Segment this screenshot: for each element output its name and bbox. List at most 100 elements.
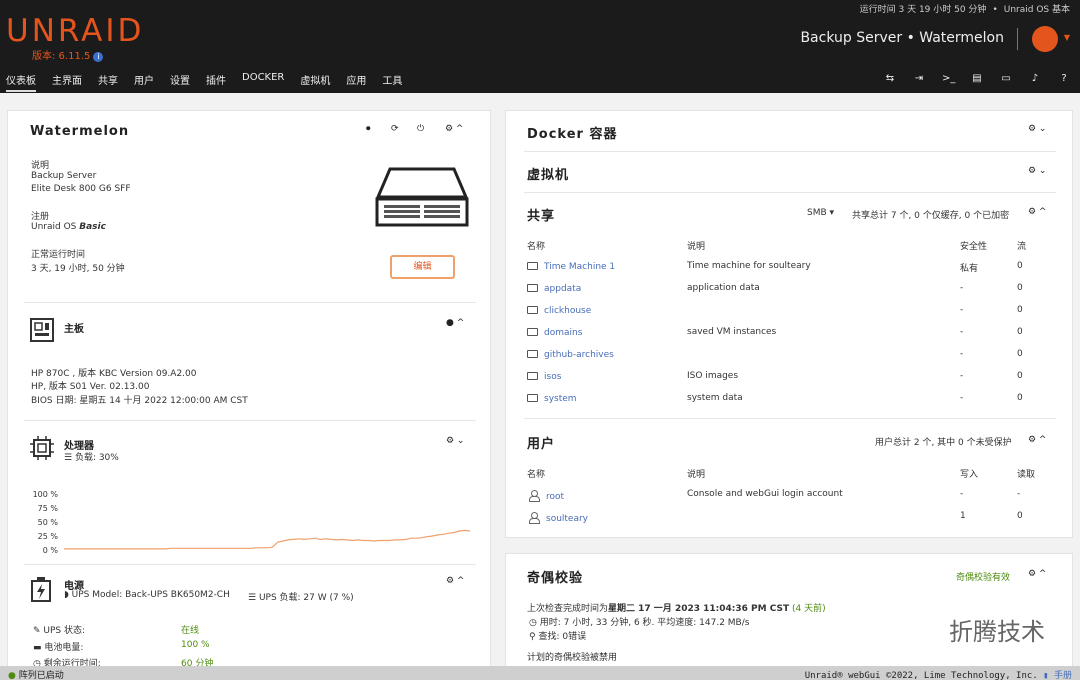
header-uptime: 运行时间 3 天 19 小时 50 分钟 — [859, 5, 987, 15]
share-description: ISO images — [687, 371, 739, 381]
unraid-logo[interactable]: UNRAID — [6, 13, 144, 49]
share-name-text: system — [544, 394, 577, 404]
monitor-icon[interactable]: ▭ — [1000, 73, 1012, 85]
uptime-label: 正常运行时间 — [31, 250, 86, 260]
ups-load-text: UPS 负载: 27 W (7 %) — [258, 593, 354, 603]
nav-vms[interactable]: 虚拟机 — [300, 72, 330, 92]
share-flow: 0 — [1017, 349, 1023, 359]
server-title: Backup Server • Watermelon — [800, 30, 1004, 46]
nav-dashboard[interactable]: 仪表板 — [6, 72, 36, 92]
nav-tools[interactable]: 工具 — [382, 72, 402, 92]
header-license[interactable]: Unraid OS 基本 — [1004, 5, 1070, 15]
copyright-text: Unraid® webGui ©2022, Lime Technology, I… — [804, 671, 1038, 680]
shares-filter-select[interactable]: SMB ▾ — [807, 208, 834, 218]
version-text: 版本: 6.11.5 — [32, 51, 91, 62]
vms-settings-icon[interactable]: ⚙ ⌄ — [1028, 166, 1046, 176]
nav-main[interactable]: 主界面 — [52, 72, 82, 92]
plug-icon: ✎ — [33, 626, 44, 636]
chevron-down-icon[interactable]: ▼ — [1064, 33, 1070, 42]
cpu-settings-icon[interactable]: ⚙ ⌄ — [446, 436, 464, 446]
logout-icon[interactable]: ⇥ — [913, 73, 925, 85]
users-settings-icon[interactable]: ⚙ ^ — [1028, 435, 1046, 445]
user-description: Console and webGui login account — [687, 489, 843, 499]
info-icon[interactable]: i — [93, 52, 104, 62]
share-name-text: isos — [544, 372, 562, 382]
top-header: UNRAID 版本: 6.11.5 i 运行时间 3 天 19 小时 50 分钟 •… — [0, 0, 1080, 93]
nav-users[interactable]: 用户 — [134, 72, 154, 92]
parity-last-check-prefix: 上次检查完成时间为 — [527, 604, 609, 614]
motherboard-model: HP 870C , 版本 KBC Version 09.A2.00 — [31, 369, 197, 379]
y-tick-label: 75 % — [38, 504, 59, 513]
refresh-icon[interactable]: ⟳ — [391, 124, 399, 134]
nav-settings[interactable]: 设置 — [170, 72, 190, 92]
manual-link-text: 手册 — [1053, 671, 1072, 680]
share-security: - — [960, 305, 964, 315]
header-status-line: 运行时间 3 天 19 小时 50 分钟 • Unraid OS 基本 — [859, 5, 1070, 15]
cpu-load: ☰ 负载: 30% — [64, 450, 119, 463]
edit-button[interactable]: 编辑 — [390, 255, 455, 279]
share-flow: 0 — [1017, 327, 1023, 337]
battery-level-label-text: 电池电量: — [44, 643, 84, 653]
share-security: - — [960, 349, 964, 359]
share-name[interactable]: domains — [527, 327, 582, 338]
y-tick-label: 100 % — [33, 490, 59, 499]
help-icon[interactable]: ? — [1058, 73, 1070, 85]
shares-col-security: 安全性 — [960, 242, 988, 252]
parity-errors: ⚲ 查找: 0错误 — [529, 629, 586, 642]
user-avatar[interactable] — [1032, 26, 1058, 52]
share-name[interactable]: github-archives — [527, 349, 614, 360]
feedback-icon[interactable]: ⇆ — [884, 73, 896, 85]
terminal-icon[interactable]: >_ — [942, 73, 955, 85]
shares-summary: 共享总计 7 个, 0 个仅缓存, 0 个已加密 — [852, 211, 1010, 221]
registration-value[interactable]: Unraid OS Basic — [31, 222, 106, 232]
users-summary: 用户总计 2 个, 其中 0 个未受保护 — [875, 438, 1012, 448]
divider — [24, 420, 476, 421]
share-name[interactable]: isos — [527, 371, 561, 382]
parity-scheduled: 计划的奇偶校验被禁用 — [527, 653, 618, 663]
manual-link[interactable]: ▮ 手册 — [1043, 671, 1072, 680]
share-name-text: domains — [544, 328, 583, 338]
divider — [524, 192, 1056, 193]
description-label: 说明 — [31, 161, 50, 171]
users-col-name: 名称 — [527, 470, 546, 480]
share-name[interactable]: clickhouse — [527, 305, 591, 316]
folder-icon — [527, 394, 538, 402]
version-label[interactable]: 版本: 6.11.5 i — [32, 47, 104, 62]
motherboard-icon — [30, 318, 54, 342]
share-name[interactable]: Time Machine 1 — [527, 261, 615, 272]
nav-shares[interactable]: 共享 — [98, 72, 118, 92]
share-security: - — [960, 327, 964, 337]
share-security: 私有 — [960, 264, 979, 274]
ups-status-label-text: UPS 状态: — [43, 626, 86, 636]
header-divider — [1017, 28, 1018, 50]
ups-load: ☰ UPS 负载: 27 W (7 %) — [248, 590, 354, 603]
docker-title: Docker 容器 — [527, 127, 618, 142]
parity-settings-icon[interactable]: ⚙ ^ — [1028, 569, 1046, 579]
log-icon[interactable]: ▤ — [971, 73, 983, 85]
nav-plugins[interactable]: 插件 — [206, 72, 226, 92]
parity-last-check-ago: (4 天前) — [791, 604, 826, 614]
user-name[interactable]: root — [529, 489, 564, 502]
docker-settings-icon[interactable]: ⚙ ⌄ — [1028, 124, 1046, 134]
nav-apps[interactable]: 应用 — [346, 72, 366, 92]
user-name[interactable]: soulteary — [529, 511, 588, 524]
share-name[interactable]: system — [527, 393, 577, 404]
info-toggle-icon[interactable]: ● ^ — [446, 318, 464, 328]
share-name[interactable]: appdata — [527, 283, 581, 294]
ups-status-label: ✎ UPS 状态: — [33, 623, 85, 636]
user-name-text: soulteary — [546, 514, 589, 524]
gear-icon[interactable]: ⚙ ^ — [445, 124, 463, 134]
users-col-desc: 说明 — [687, 470, 706, 480]
parity-duration-text: 用时: 7 小时, 33 分钟, 6 秒. 平均速度: 147.2 MB/s — [539, 618, 750, 628]
power-icon[interactable]: ⏻ — [417, 124, 424, 134]
nav-docker[interactable]: DOCKER — [242, 72, 284, 92]
shares-settings-icon[interactable]: ⚙ ^ — [1028, 207, 1046, 217]
bell-icon[interactable]: ♪ — [1029, 73, 1041, 85]
share-name-text: clickhouse — [544, 306, 592, 316]
stop-icon[interactable]: ⏺ — [366, 124, 371, 134]
user-icon — [529, 512, 540, 524]
cpu-load-series — [64, 529, 471, 550]
uptime-value: 3 天, 19 小时, 50 分钟 — [31, 264, 125, 274]
server-chassis-icon — [375, 167, 469, 227]
power-settings-icon[interactable]: ⚙ ^ — [446, 576, 464, 586]
